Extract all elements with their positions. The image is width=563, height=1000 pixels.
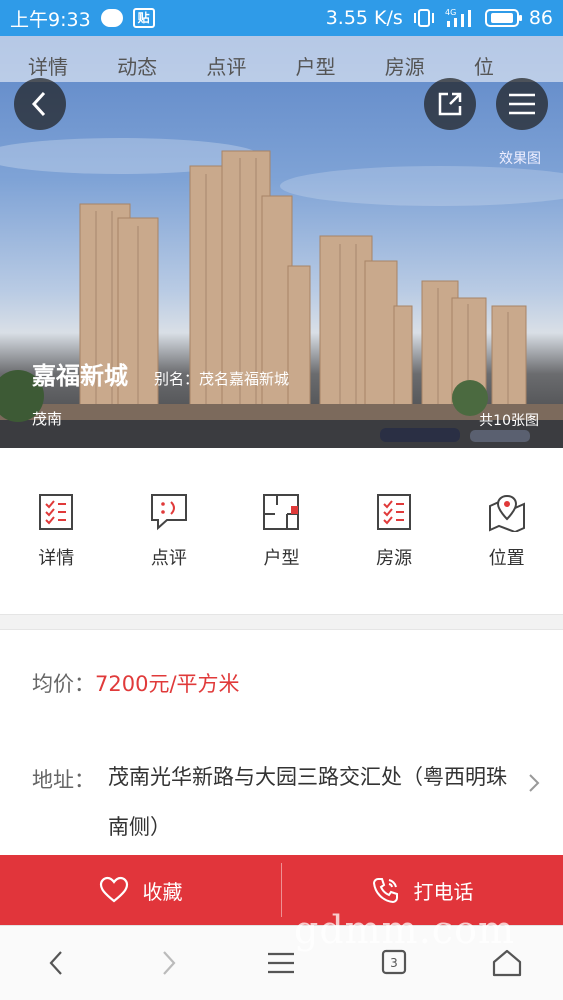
price-row: 均价：7200元/平方米 bbox=[32, 668, 240, 698]
status-bar: 上午9:33 贴 3.55 K/s 4G 86 bbox=[0, 0, 563, 36]
section-divider bbox=[0, 614, 563, 630]
site-watermark: gdmm.com bbox=[294, 908, 515, 952]
menu-button[interactable] bbox=[496, 78, 548, 130]
browser-tabs-button[interactable]: 3 bbox=[338, 948, 451, 978]
tabs-icon: 3 bbox=[381, 949, 407, 975]
project-name: 嘉福新城 bbox=[32, 362, 128, 390]
status-time: 上午9:33 bbox=[10, 8, 91, 31]
browser-menu-button[interactable] bbox=[225, 951, 338, 975]
tieba-icon: 贴 bbox=[132, 8, 155, 28]
address-row[interactable]: 地址： 茂南光华新路与大园三路交汇处（粤西明珠南侧） bbox=[32, 764, 512, 852]
vibrate-icon bbox=[413, 8, 435, 28]
feature-floorplans[interactable]: 户型 bbox=[225, 492, 338, 614]
feature-listings[interactable]: 房源 bbox=[338, 492, 451, 614]
feature-location[interactable]: 位置 bbox=[450, 492, 563, 614]
back-button[interactable] bbox=[14, 78, 66, 130]
feature-label: 房源 bbox=[376, 548, 413, 569]
battery-level: 86 bbox=[528, 7, 553, 29]
feature-label: 点评 bbox=[150, 548, 187, 569]
feature-shortcuts: 详情 点评 户型 房源 位置 bbox=[0, 448, 563, 614]
feature-reviews[interactable]: 点评 bbox=[113, 492, 226, 614]
share-button[interactable] bbox=[424, 78, 476, 130]
list-doc-icon bbox=[39, 494, 74, 530]
hero-tab-strip: 详情 动态 点评 户型 房源 位 bbox=[0, 36, 563, 82]
tab-floorplans[interactable]: 户型 bbox=[296, 51, 385, 82]
hamburger-menu-icon bbox=[268, 952, 295, 974]
share-icon bbox=[438, 92, 462, 116]
list-doc-icon bbox=[377, 494, 412, 530]
browser-back-button[interactable] bbox=[0, 949, 113, 977]
feature-label: 详情 bbox=[38, 548, 75, 569]
hamburger-menu-icon bbox=[509, 93, 535, 115]
price-value: 7200元/平方米 bbox=[95, 672, 240, 696]
map-pin-icon bbox=[488, 494, 525, 532]
chevron-right-icon[interactable] bbox=[527, 772, 541, 794]
browser-home-button[interactable] bbox=[450, 948, 563, 978]
tab-news[interactable]: 动态 bbox=[117, 51, 206, 82]
phone-icon bbox=[372, 878, 398, 904]
tab-reviews[interactable]: 点评 bbox=[206, 51, 295, 82]
hero-image[interactable]: 详情 动态 点评 户型 房源 位 效果图 嘉福新城 别名：茂名嘉福新城 茂南 共… bbox=[0, 36, 563, 448]
chat-bubble-icon bbox=[100, 9, 123, 27]
feature-label: 户型 bbox=[263, 548, 300, 569]
tab-listings[interactable]: 房源 bbox=[385, 51, 474, 82]
favorite-label: 收藏 bbox=[142, 879, 183, 904]
address-value: 茂南光华新路与大园三路交汇处（粤西明珠南侧） bbox=[108, 765, 507, 839]
price-label: 均价： bbox=[32, 672, 95, 696]
address-label: 地址： bbox=[32, 768, 95, 792]
signal-icon: 4G bbox=[445, 7, 475, 29]
chevron-left-icon bbox=[49, 951, 63, 975]
call-label: 打电话 bbox=[413, 879, 474, 904]
district-label: 茂南 bbox=[32, 410, 63, 428]
comment-icon bbox=[150, 494, 187, 531]
photo-count[interactable]: 共10张图 bbox=[479, 410, 539, 430]
chevron-left-icon bbox=[31, 91, 46, 117]
feature-details[interactable]: 详情 bbox=[0, 492, 113, 614]
effect-image-label: 效果图 bbox=[499, 151, 541, 167]
project-alias: 别名：茂名嘉福新城 bbox=[154, 370, 290, 388]
favorite-button[interactable]: 收藏 bbox=[0, 855, 281, 925]
home-icon bbox=[492, 949, 521, 977]
browser-forward-button[interactable] bbox=[113, 949, 226, 977]
feature-label: 位置 bbox=[488, 548, 525, 569]
battery-icon bbox=[484, 9, 522, 27]
network-speed: 3.55 K/s bbox=[325, 7, 403, 29]
signal-type: 4G bbox=[445, 8, 456, 17]
floorplan-icon bbox=[263, 494, 300, 530]
heart-icon bbox=[99, 876, 128, 903]
chevron-right-icon bbox=[163, 951, 176, 975]
tab-count: 3 bbox=[390, 956, 398, 970]
